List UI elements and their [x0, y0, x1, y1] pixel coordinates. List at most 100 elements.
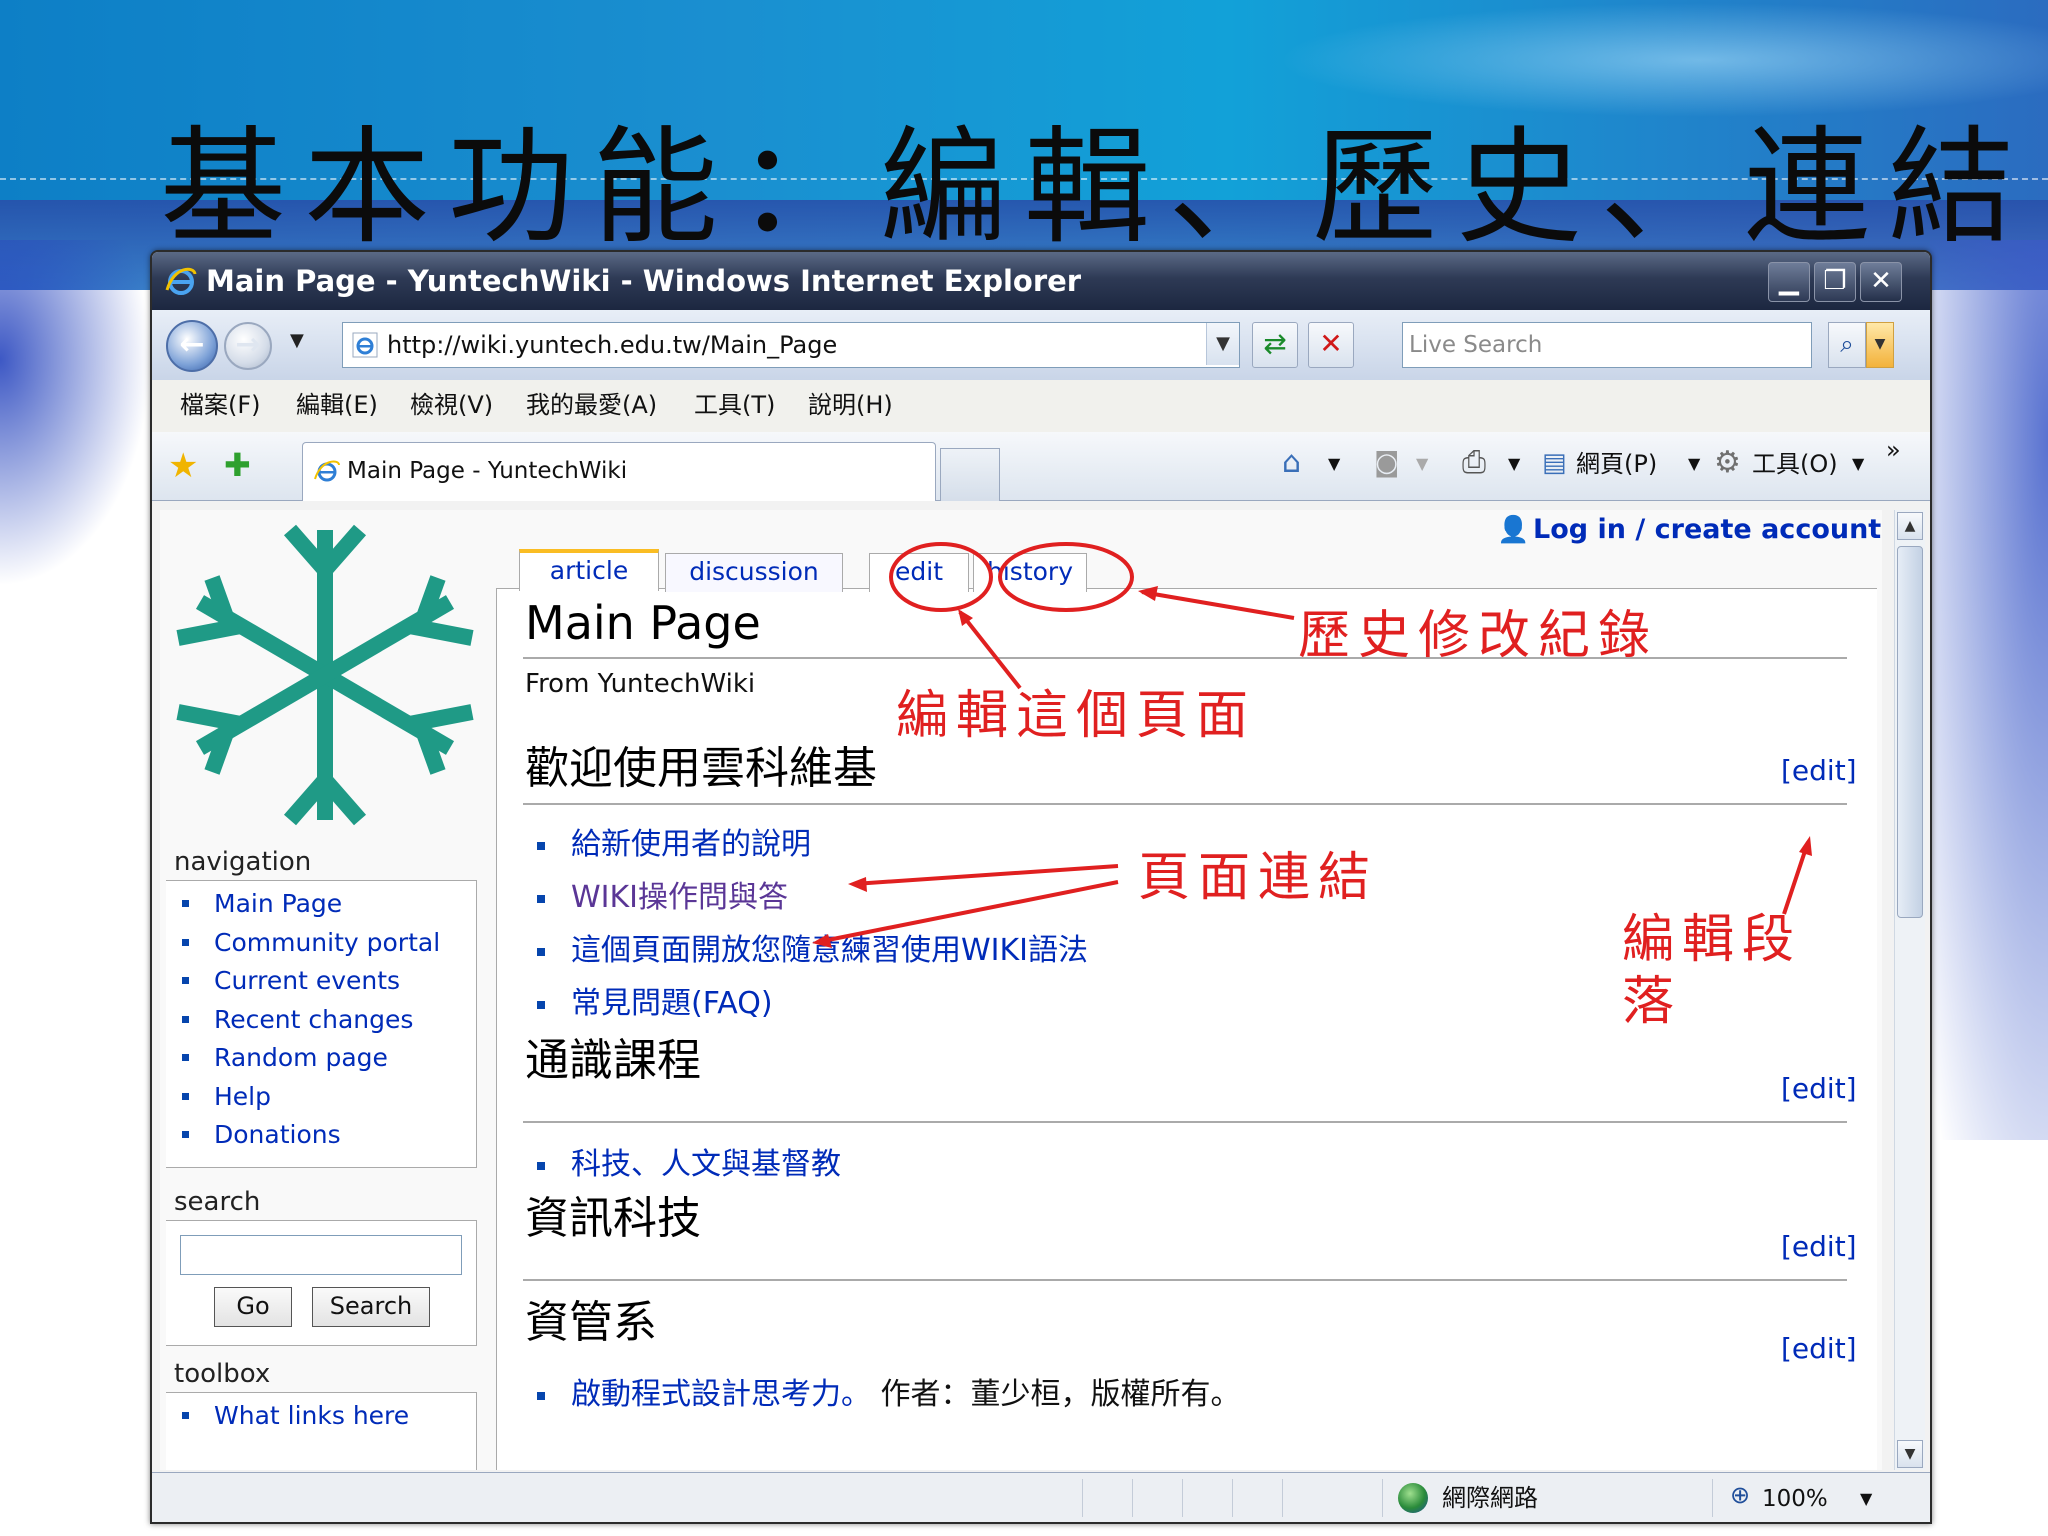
scroll-down-button[interactable]: ▼: [1897, 1440, 1923, 1468]
yuntech-wiki-logo[interactable]: [160, 510, 490, 840]
tab-edit[interactable]: edit: [869, 553, 969, 592]
list-item[interactable]: 啟動程式設計思考力。 作者：董少桓，版權所有。: [523, 1369, 1241, 1422]
bullet-icon: [182, 1412, 189, 1419]
tab-article[interactable]: article: [519, 549, 659, 591]
address-bar[interactable]: http://wiki.yuntech.edu.tw/Main_Page ▼: [342, 322, 1240, 368]
forward-button[interactable]: →: [224, 322, 272, 370]
back-button[interactable]: ←: [166, 320, 218, 372]
bullet-icon: [537, 948, 545, 956]
login-link[interactable]: Log in / create account: [1533, 513, 1881, 547]
zoom-dropdown[interactable]: ▼: [1860, 1483, 1872, 1515]
sidebar-item-community-portal[interactable]: Community portal: [166, 924, 440, 963]
rss-feed-icon[interactable]: ◙: [1374, 444, 1399, 482]
sidebar-item-label: Community portal: [214, 927, 441, 957]
list-item[interactable]: 這個頁面開放您隨意練習使用WIKI語法: [523, 925, 1088, 978]
search-button[interactable]: Search: [312, 1287, 430, 1327]
favorites-star-icon[interactable]: ★: [168, 446, 198, 486]
address-dropdown-button[interactable]: ▼: [1206, 323, 1239, 365]
sidebar-item-help[interactable]: Help: [166, 1078, 440, 1117]
browser-tab-main-page[interactable]: Main Page - YuntechWiki: [302, 442, 936, 501]
feed-dropdown[interactable]: ▼: [1416, 446, 1428, 482]
page-menu[interactable]: 網頁(P): [1576, 446, 1657, 482]
recent-pages-dropdown[interactable]: ▼: [290, 330, 304, 351]
menu-view[interactable]: 檢視(V): [410, 388, 493, 422]
link-new-user-guide[interactable]: 給新使用者的說明: [571, 827, 811, 862]
section-edit-annotation-label-line1: 編輯段: [1622, 910, 1803, 970]
scroll-thumb[interactable]: [1897, 546, 1923, 918]
ie-logo-icon: [165, 267, 197, 295]
tools-menu[interactable]: 工具(O): [1752, 446, 1838, 482]
menu-help[interactable]: 說明(H): [808, 388, 893, 422]
minimize-button[interactable]: ▁: [1768, 262, 1810, 302]
page-icon: ▤: [1542, 448, 1567, 478]
sidebar-item-recent-changes[interactable]: Recent changes: [166, 1001, 440, 1040]
list-item[interactable]: 常見問題(FAQ): [523, 978, 1088, 1031]
navigation-portlet: Main Page Community portal Current event…: [166, 880, 477, 1168]
list-item[interactable]: 給新使用者的說明: [523, 819, 1088, 872]
window-titlebar[interactable]: Main Page - YuntechWiki - Windows Intern…: [152, 252, 1930, 310]
browser-tab-label: Main Page - YuntechWiki: [347, 458, 628, 484]
add-favorite-icon[interactable]: ✚: [224, 446, 251, 484]
section-edit-link[interactable]: [edit]: [1781, 1331, 1857, 1367]
zoom-level[interactable]: 100%: [1762, 1483, 1828, 1515]
menu-file[interactable]: 檔案(F): [180, 388, 261, 422]
toolbox-item-label: What links here: [214, 1401, 410, 1430]
edit-annotation-label: 編輯這個頁面: [896, 686, 1257, 746]
search-options-dropdown[interactable]: ▼: [1866, 322, 1894, 368]
sidebar-item-donations[interactable]: Donations: [166, 1116, 440, 1155]
home-dropdown[interactable]: ▼: [1328, 446, 1340, 482]
section-edit-link[interactable]: [edit]: [1781, 1071, 1857, 1107]
zoom-icon[interactable]: ⊕: [1730, 1481, 1750, 1509]
section-edit-link[interactable]: [edit]: [1781, 1229, 1857, 1265]
bullet-icon: [182, 1092, 189, 1100]
go-button[interactable]: Go: [214, 1287, 292, 1327]
live-search-button[interactable]: ⌕: [1828, 322, 1866, 368]
security-zone-label[interactable]: 網際網路: [1442, 1481, 1538, 1515]
refresh-button[interactable]: ⇄: [1252, 322, 1298, 368]
vertical-scrollbar[interactable]: ▲ ▼: [1894, 510, 1925, 1470]
live-search-placeholder: Live Search: [1409, 332, 1543, 358]
history-annotation-label: 歷史修改紀錄: [1298, 606, 1659, 666]
section-edit-annotation-label-line2: 落: [1622, 972, 1683, 1032]
printer-icon[interactable]: ⎙: [1462, 444, 1486, 482]
menu-edit[interactable]: 編輯(E): [296, 388, 378, 422]
menu-tools[interactable]: 工具(T): [694, 388, 775, 422]
sidebar-item-random-page[interactable]: Random page: [166, 1039, 440, 1078]
scroll-up-button[interactable]: ▲: [1897, 512, 1923, 540]
menu-favorites[interactable]: 我的最愛(A): [526, 388, 657, 422]
tools-menu-dropdown[interactable]: ▼: [1852, 446, 1864, 482]
list-item[interactable]: WIKI操作問與答: [523, 872, 1088, 925]
list-item[interactable]: 科技、人文與基督教: [523, 1139, 841, 1192]
bullet-icon: [537, 842, 545, 850]
toolbar-overflow-chevron[interactable]: »: [1886, 432, 1901, 468]
bullet-icon: [537, 1392, 545, 1400]
sidebar-item-current-events[interactable]: Current events: [166, 962, 440, 1001]
link-faq[interactable]: 常見問題(FAQ): [571, 986, 773, 1021]
link-wiki-qa[interactable]: WIKI操作問與答: [571, 880, 788, 915]
tab-history[interactable]: history: [973, 553, 1087, 592]
section-edit-link[interactable]: [edit]: [1781, 753, 1857, 789]
toolbox-item-what-links-here[interactable]: What links here: [166, 1397, 409, 1436]
stop-button[interactable]: ✕: [1308, 322, 1354, 368]
toolbox-portlet: What links here: [166, 1392, 477, 1470]
status-divider: [1182, 1479, 1183, 1517]
close-button[interactable]: ✕: [1860, 262, 1902, 302]
live-search-input[interactable]: Live Search: [1402, 322, 1812, 368]
user-icon: 👤: [1497, 515, 1530, 545]
bullet-icon: [182, 900, 189, 907]
page-menu-dropdown[interactable]: ▼: [1688, 446, 1700, 482]
maximize-button[interactable]: ❐: [1814, 262, 1856, 302]
home-icon[interactable]: ⌂: [1282, 444, 1301, 482]
bullet-icon: [182, 1015, 189, 1023]
search-portlet: Go Search: [166, 1220, 477, 1346]
link-tech-humanities[interactable]: 科技、人文與基督教: [571, 1147, 841, 1182]
sidebar-item-main-page[interactable]: Main Page: [166, 885, 440, 924]
print-dropdown[interactable]: ▼: [1508, 446, 1520, 482]
link-sandbox[interactable]: 這個頁面開放您隨意練習使用WIKI語法: [571, 933, 1088, 968]
wiki-search-input[interactable]: [180, 1235, 462, 1275]
new-tab-button[interactable]: [940, 448, 1000, 501]
link-programming-thinking[interactable]: 啟動程式設計思考力。: [571, 1377, 871, 1412]
address-url[interactable]: http://wiki.yuntech.edu.tw/Main_Page: [387, 329, 837, 361]
navigation-portlet-title: navigation: [174, 847, 312, 877]
tab-discussion[interactable]: discussion: [665, 553, 843, 592]
